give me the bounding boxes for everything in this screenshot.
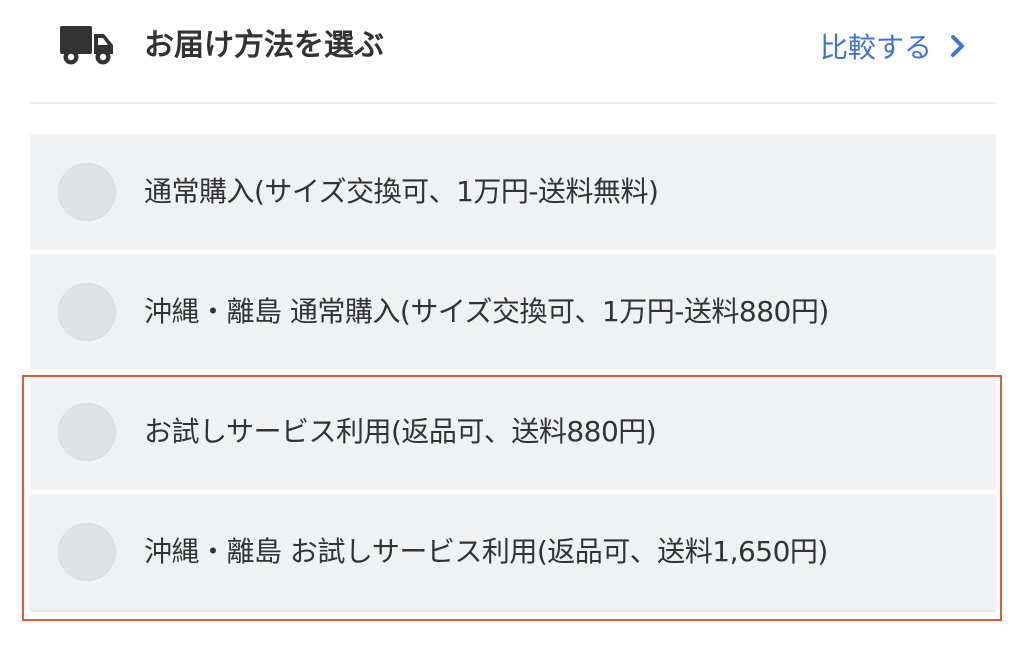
option-label: 通常購入(サイズ交換可、1万円-送料無料): [144, 175, 659, 208]
chevron-right-icon: [951, 35, 964, 57]
shipping-option-standard[interactable]: 通常購入(サイズ交換可、1万円-送料無料): [30, 134, 996, 250]
truck-icon: [60, 26, 113, 65]
radio-button[interactable]: [58, 523, 116, 581]
page-title: お届け方法を選ぶ: [144, 28, 384, 63]
radio-button[interactable]: [58, 163, 116, 221]
option-label: お試しサービス利用(返品可、送料880円): [144, 415, 657, 448]
radio-button[interactable]: [58, 283, 116, 341]
shipping-method-header: お届け方法を選ぶ 比較する: [30, 0, 996, 104]
shipping-option-trial[interactable]: お試しサービス利用(返品可、送料880円): [30, 374, 996, 490]
radio-button[interactable]: [58, 403, 116, 461]
compare-link-label: 比較する: [819, 31, 932, 64]
option-label: 沖縄・離島 お試しサービス利用(返品可、送料1,650円): [144, 535, 828, 568]
option-label: 沖縄・離島 通常購入(サイズ交換可、1万円-送料880円): [144, 295, 829, 328]
shipping-options-list: 通常購入(サイズ交換可、1万円-送料無料) 沖縄・離島 通常購入(サイズ交換可、…: [30, 134, 996, 610]
compare-link[interactable]: 比較する: [820, 26, 966, 66]
shipping-option-okinawa-standard[interactable]: 沖縄・離島 通常購入(サイズ交換可、1万円-送料880円): [30, 254, 996, 370]
shipping-option-okinawa-trial[interactable]: 沖縄・離島 お試しサービス利用(返品可、送料1,650円): [30, 494, 996, 610]
